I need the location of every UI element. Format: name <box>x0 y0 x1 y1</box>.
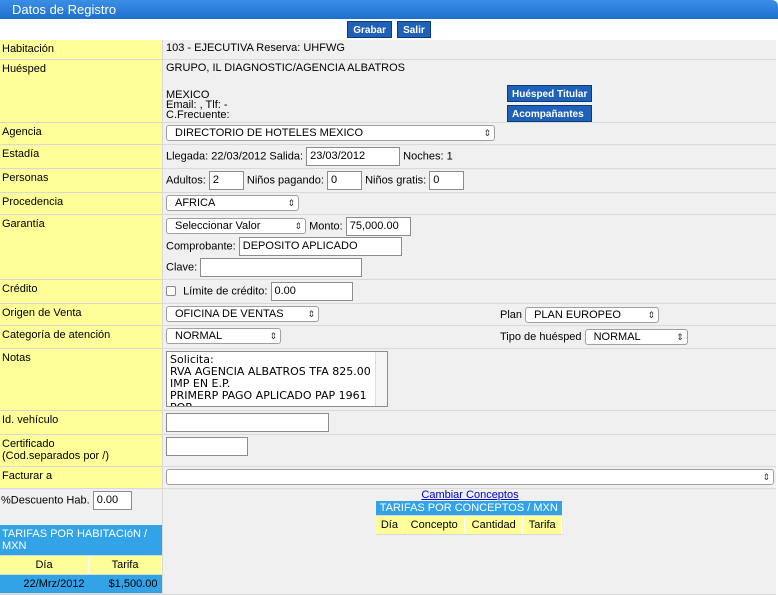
label-certificado-1: Certificado <box>2 437 55 450</box>
llegada-text: Llegada: 22/03/2012 <box>166 149 267 162</box>
th-concepto: Concepto <box>403 515 466 535</box>
cambiar-conceptos-link[interactable]: Cambiar Conceptos <box>166 489 774 501</box>
noches-text: Noches: 1 <box>403 149 453 162</box>
procedencia-selected: AFRICA <box>175 196 216 209</box>
comprobante-input[interactable]: DEPOSITO APLICADO <box>238 236 402 256</box>
updown-arrows-icon: ⇕ <box>676 331 684 342</box>
th-tarifa: Tarifa <box>522 515 563 535</box>
agencia-select[interactable]: DIRECTORIO DE HOTELES MEXICO ⇕ <box>166 124 495 141</box>
procedencia-select[interactable]: AFRICA ⇕ <box>166 194 299 211</box>
tipo-select[interactable]: NORMAL ⇕ <box>584 328 688 345</box>
clave-label: Clave: <box>166 260 198 273</box>
label-origen: Origen de Venta <box>0 303 163 326</box>
notas-line: IMP EN E.P. <box>170 376 231 390</box>
garantia-selected: Seleccionar Valor <box>175 220 261 232</box>
label-habitacion: Habitación <box>0 40 163 60</box>
categoria-select[interactable]: NORMAL ⇕ <box>166 327 281 344</box>
updown-arrows-icon: ⇕ <box>483 127 491 138</box>
label-certificado: Certificado (Cod.separados por /) <box>0 434 163 467</box>
salida-label: Salida: <box>269 149 304 162</box>
limite-input[interactable]: 0.00 <box>270 281 353 301</box>
descuento-input[interactable]: 0.00 <box>92 490 132 510</box>
label-procedencia: Procedencia <box>0 192 163 215</box>
updown-arrows-icon: ⇕ <box>269 330 277 341</box>
textarea-scrollbar[interactable] <box>375 351 387 406</box>
tarifas-conceptos-title: TARIFAS POR CONCEPTOS / MXN <box>375 500 562 516</box>
facturar-select[interactable]: ⇕ <box>166 468 774 485</box>
ninos-pagando-label: Niños pagando: <box>246 173 324 186</box>
huesped-contact: Email: , Tlf: - <box>166 98 228 111</box>
label-facturar: Facturar a <box>0 466 163 489</box>
vehiculo-input[interactable] <box>166 412 329 432</box>
notas-line: PRIMERP PAGO APLICADO PAP 1961 POR <box>170 388 367 406</box>
descuento-label: %Descuento Hab. <box>1 493 90 506</box>
origen-selected: OFICINA DE VENTAS <box>175 307 284 320</box>
th-tarifa: Tarifa <box>88 555 162 575</box>
label-certificado-2: (Cod.separados por /) <box>2 449 109 462</box>
ninos-gratis-label: Niños gratis: <box>365 173 427 186</box>
salida-input[interactable]: 23/03/2012 <box>306 146 401 166</box>
ninos-pagando-input[interactable]: 0 <box>327 170 362 190</box>
save-button[interactable]: Grabar <box>347 21 393 38</box>
plan-select[interactable]: PLAN EUROPEO ⇕ <box>525 306 660 323</box>
label-vehiculo: Id. vehículo <box>0 410 163 435</box>
garantia-select[interactable]: Seleccionar Valor ⇕ <box>166 218 306 234</box>
updown-arrows-icon: ⇕ <box>762 471 770 482</box>
categoria-selected: NORMAL <box>175 329 223 342</box>
tarifas-habitacion-title: TARIFAS POR HABITACIóN / MXN <box>0 524 162 556</box>
rate-day: 22/Mrz/2012 <box>0 574 89 594</box>
credit-limit-checkbox[interactable] <box>166 286 176 296</box>
updown-arrows-icon: ⇕ <box>294 221 302 231</box>
tarifas-habitacion-table: TARIFAS POR HABITACIóN / MXN Día Tarifa … <box>0 524 162 594</box>
agencia-selected: DIRECTORIO DE HOTELES MEXICO <box>175 126 364 139</box>
label-garantia: Garantía <box>0 214 163 280</box>
huesped-name: GRUPO, IL DIAGNOSTIC/AGENCIA ALBATROS <box>166 61 405 74</box>
label-notas: Notas <box>0 348 163 411</box>
th-dia: Día <box>0 555 90 575</box>
limite-label: Límite de crédito: <box>183 284 268 297</box>
huesped-titular-button[interactable]: Huésped Titular <box>507 84 593 102</box>
huesped-country: MEXICO <box>166 88 210 101</box>
ninos-gratis-input[interactable]: 0 <box>429 170 465 190</box>
notas-line: RVA AGENCIA ALBATROS TFA 825.00 + <box>170 364 384 378</box>
comprobante-label: Comprobante: <box>166 239 236 252</box>
notas-textarea[interactable]: Solicita: RVA AGENCIA ALBATROS TFA 825.0… <box>166 350 388 407</box>
clave-input[interactable] <box>200 257 363 277</box>
origen-select[interactable]: OFICINA DE VENTAS ⇕ <box>166 305 319 322</box>
label-estadia: Estadía <box>0 144 163 169</box>
label-agencia: Agencia <box>0 122 163 145</box>
habitacion-value: 103 - EJECUTIVA Reserva: UHFWG <box>162 40 776 60</box>
th-dia: Día <box>375 515 405 535</box>
huesped-frecuente: C.Frecuente: <box>166 108 230 121</box>
monto-label: Monto: <box>309 219 343 232</box>
plan-selected: PLAN EUROPEO <box>534 308 621 321</box>
notas-line: Solicita: <box>170 352 214 366</box>
acompanantes-button[interactable]: Acompañantes <box>507 104 593 122</box>
adultos-input[interactable]: 2 <box>208 170 244 190</box>
adultos-label: Adultos: <box>166 173 206 186</box>
exit-button[interactable]: Salir <box>397 21 431 38</box>
registration-form: Habitación 103 - EJECUTIVA Reserva: UHFW… <box>0 40 776 595</box>
tipo-label: Tipo de huésped <box>500 330 582 343</box>
window-title: Datos de Registro <box>0 0 778 19</box>
label-categoria: Categoría de atención <box>0 325 163 349</box>
monto-input[interactable]: 75,000.00 <box>345 216 411 236</box>
rate-amount: $1,500.00 <box>88 574 162 594</box>
plan-label: Plan <box>500 308 523 321</box>
label-personas: Personas <box>0 168 163 193</box>
label-huesped: Huésped <box>0 59 163 123</box>
th-cantidad: Cantidad <box>464 515 524 535</box>
toolbar: Grabar Salir <box>0 21 778 40</box>
updown-arrows-icon: ⇕ <box>287 197 295 208</box>
label-credito: Crédito <box>0 279 163 304</box>
updown-arrows-icon: ⇕ <box>307 308 315 319</box>
tipo-selected: NORMAL <box>593 330 641 343</box>
certificado-input[interactable] <box>166 436 248 456</box>
tarifas-conceptos-table: TARIFAS POR CONCEPTOS / MXN Día Concepto… <box>375 500 563 535</box>
updown-arrows-icon: ⇕ <box>647 309 656 320</box>
